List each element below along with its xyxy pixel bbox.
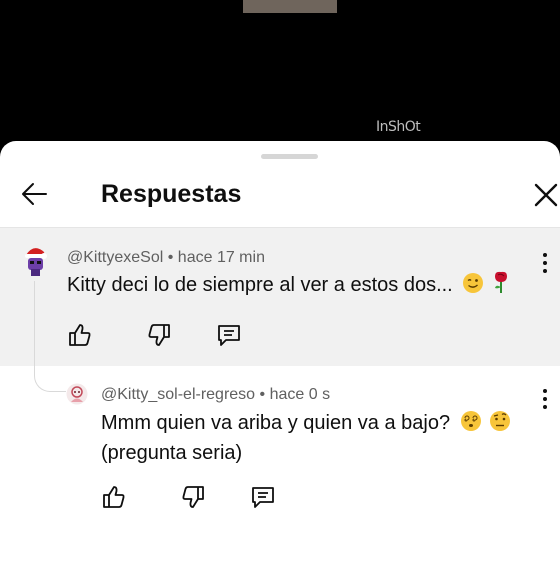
video-frame-strip bbox=[243, 0, 337, 13]
page-title: Respuestas bbox=[101, 180, 242, 208]
reply-button[interactable] bbox=[249, 483, 277, 511]
parent-comment: @KittyexeSol • hace 17 min Kitty deci lo… bbox=[0, 228, 560, 366]
avatar[interactable] bbox=[18, 243, 50, 279]
dislike-button[interactable] bbox=[179, 483, 207, 511]
meta-separator: • bbox=[167, 249, 174, 266]
comment-text: Kitty deci lo de siempre al ver a estos … bbox=[67, 270, 510, 303]
more-vert-icon[interactable] bbox=[538, 252, 552, 274]
like-button[interactable] bbox=[100, 483, 128, 511]
meta-separator: • bbox=[259, 386, 266, 403]
reply-text-line-1: Mmm quien va ariba y quien va a bajo? bbox=[101, 408, 511, 441]
comment-time: hace 0 s bbox=[269, 386, 331, 403]
face-with-raised-eyebrow-icon bbox=[489, 410, 511, 441]
winking-face-icon bbox=[462, 272, 484, 303]
comment-time: hace 17 min bbox=[177, 249, 265, 266]
reply-button[interactable] bbox=[215, 321, 243, 349]
more-vert-icon[interactable] bbox=[538, 388, 552, 410]
comment-author[interactable]: @Kitty_sol-el-regreso bbox=[101, 386, 255, 403]
like-button[interactable] bbox=[66, 321, 94, 349]
avatar[interactable] bbox=[66, 383, 88, 405]
reply-text-line-2: (pregunta seria) bbox=[101, 442, 243, 464]
replies-sheet: Respuestas @KittyexeSol • hace 17 min Ki… bbox=[0, 141, 560, 581]
rose-icon bbox=[492, 270, 510, 303]
comment-meta: @KittyexeSol • hace 17 min bbox=[67, 249, 265, 267]
comment-author[interactable]: @KittyexeSol bbox=[67, 249, 163, 266]
comment-text-content: Kitty deci lo de siempre al ver a estos … bbox=[67, 274, 453, 296]
replies-header: Respuestas bbox=[0, 165, 560, 228]
face-with-spiral-eyes-icon bbox=[460, 410, 482, 441]
close-icon[interactable] bbox=[531, 177, 560, 211]
reply-text-content-1: Mmm quien va ariba y quien va a bajo? bbox=[101, 412, 451, 434]
dislike-button[interactable] bbox=[145, 321, 173, 349]
drag-handle[interactable] bbox=[261, 154, 318, 159]
back-arrow-icon[interactable] bbox=[18, 177, 52, 211]
inshot-watermark: InShOt bbox=[376, 119, 421, 135]
thread-connector-line bbox=[34, 281, 66, 392]
comment-meta: @Kitty_sol-el-regreso • hace 0 s bbox=[101, 386, 330, 404]
video-player[interactable]: InShOt bbox=[0, 0, 560, 150]
